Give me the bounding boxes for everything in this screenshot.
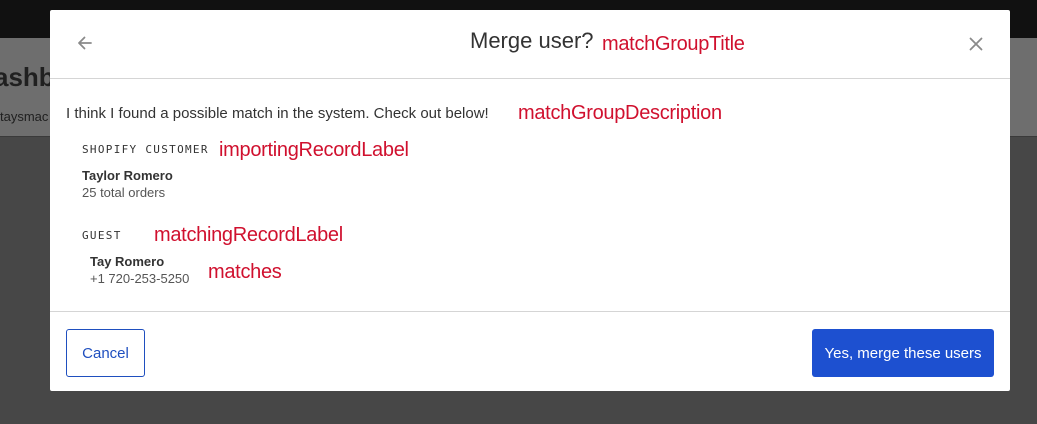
- importing-record-detail: 25 total orders: [82, 185, 166, 200]
- background-page-subtitle: taysmac: [0, 109, 49, 124]
- merge-user-dialog: Merge user? matchGroupTitle I think I fo…: [50, 10, 1010, 391]
- annotation-importing-record-label: importingRecordLabel: [219, 139, 409, 161]
- match-group-description: I think I found a possible match in the …: [66, 105, 489, 122]
- importing-record-label: SHOPIFY CUSTOMER: [82, 143, 209, 156]
- importing-record-name: Taylor Romero: [82, 168, 173, 183]
- cancel-button[interactable]: Cancel: [66, 329, 145, 377]
- matching-record-label: GUEST: [82, 229, 122, 242]
- dialog-title: Merge user?: [470, 28, 594, 53]
- dialog-header: Merge user? matchGroupTitle: [50, 10, 1010, 79]
- back-button[interactable]: [74, 32, 96, 54]
- annotation-matches: matches: [208, 261, 282, 283]
- matching-record-name: Tay Romero: [90, 254, 165, 269]
- matching-record-detail: +1 720-253-5250: [90, 271, 190, 286]
- background-page-title: ashb: [0, 62, 55, 92]
- arrow-left-icon: [78, 36, 92, 50]
- dialog-footer: Cancel Yes, merge these users: [50, 311, 1010, 392]
- annotation-match-group-description: matchGroupDescription: [518, 102, 722, 124]
- close-button[interactable]: [965, 33, 987, 55]
- close-icon: [969, 37, 983, 51]
- annotation-matching-record-label: matchingRecordLabel: [154, 224, 343, 246]
- merge-users-button[interactable]: Yes, merge these users: [812, 329, 994, 377]
- annotation-match-group-title: matchGroupTitle: [602, 33, 745, 55]
